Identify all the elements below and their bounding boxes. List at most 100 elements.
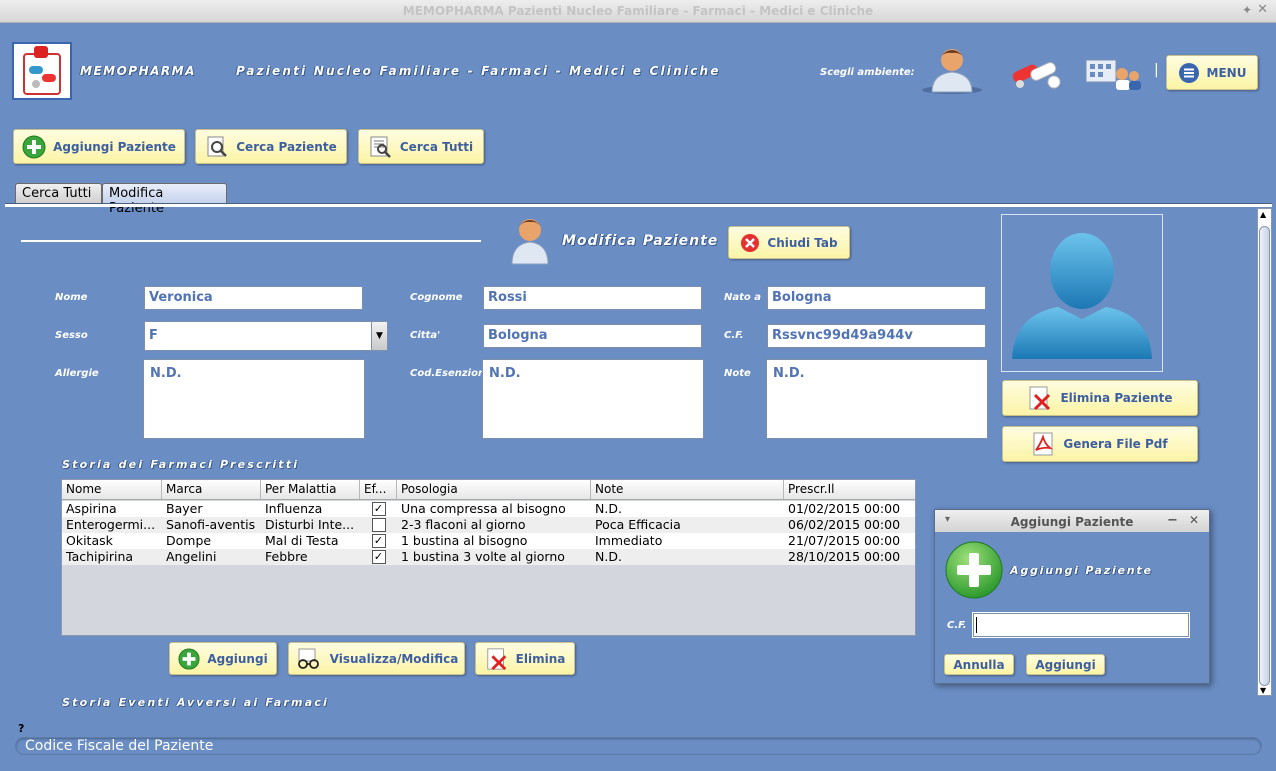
- cf-field[interactable]: Rssvnc99d49a944v: [767, 324, 986, 348]
- delete-drug-label: Elimina: [515, 651, 566, 666]
- citta-field[interactable]: Bologna: [483, 324, 702, 348]
- label-nato-a: Nato a: [724, 292, 761, 303]
- nome-field[interactable]: Veronica: [144, 286, 363, 310]
- add-drug-label: Aggiungi: [207, 651, 268, 666]
- add-drug-button[interactable]: Aggiungi: [169, 642, 277, 675]
- help-mark: ?: [18, 722, 25, 735]
- cell-malattia: Disturbi Inte...: [265, 517, 355, 532]
- scrollbar-thumb[interactable]: [1259, 226, 1270, 686]
- menu-label: MENU: [1206, 65, 1247, 80]
- pdf-icon: [1033, 432, 1054, 456]
- cell-posologia: 1 bustina 3 volte al giorno: [401, 549, 565, 564]
- patient-photo[interactable]: [1001, 214, 1163, 372]
- efficacia-checkbox-cell: [360, 517, 397, 533]
- cell-malattia: Influenza: [265, 501, 323, 516]
- heading-rule: [21, 240, 481, 242]
- nato-a-field[interactable]: Bologna: [767, 286, 986, 310]
- dialog-cancel-button[interactable]: Annulla: [944, 654, 1014, 675]
- close-tab-label: Chiudi Tab: [767, 235, 838, 250]
- scroll-down-icon[interactable]: ▼: [1260, 686, 1266, 695]
- cell-note: N.D.: [595, 549, 622, 564]
- delete-drug-button[interactable]: Elimina: [475, 642, 575, 675]
- clipboard-pills-icon: [23, 46, 61, 95]
- tab-divider: [5, 203, 1272, 207]
- add-patient-button[interactable]: Aggiungi Paziente: [13, 129, 185, 164]
- glasses-icon: [297, 648, 319, 669]
- tab-cerca-tutti[interactable]: Cerca Tutti: [15, 183, 102, 203]
- search-patient-label: Cerca Paziente: [236, 139, 337, 154]
- label-cf: C.F.: [724, 330, 744, 341]
- dialog-title-bar[interactable]: ▾ Aggiungi Paziente − ✕: [935, 510, 1209, 532]
- view-edit-drug-button[interactable]: Visualizza/Modifica: [288, 642, 465, 675]
- cell-posologia: 1 bustina al bisogno: [401, 533, 528, 548]
- cod-esenzioni-textarea[interactable]: N.D.: [482, 359, 704, 439]
- label-cod-esenzioni: Cod.Esenzioni: [410, 368, 489, 379]
- chevron-down-icon[interactable]: ▼: [371, 321, 388, 351]
- hamburger-icon: [1178, 62, 1199, 83]
- sesso-select[interactable]: F: [144, 321, 372, 351]
- cell-data: 28/10/2015 00:00: [788, 549, 901, 564]
- env-drugs-icon[interactable]: [1008, 54, 1068, 94]
- app-logo: [12, 42, 72, 100]
- col-posologia[interactable]: Posologia: [397, 480, 591, 499]
- tab-modifica-paziente[interactable]: Modifica Paziente: [102, 183, 227, 216]
- generate-pdf-button[interactable]: Genera File Pdf: [1002, 426, 1198, 462]
- label-sesso: Sesso: [55, 330, 88, 341]
- patient-icon: [508, 214, 554, 270]
- dialog-heading: Aggiungi Paziente: [1010, 564, 1153, 577]
- drugs-section-title: Storia dei Farmaci Prescritti: [62, 458, 300, 471]
- pin-icon[interactable]: ✦: [1242, 3, 1252, 17]
- window-title-bar: MEMOPHARMA Pazienti Nucleo Familiare - F…: [0, 0, 1276, 23]
- env-clinics-icon[interactable]: [1078, 52, 1142, 96]
- form-title: Modifica Paziente: [562, 233, 719, 249]
- close-tab-button[interactable]: Chiudi Tab: [728, 226, 850, 259]
- col-malattia[interactable]: Per Malattia: [261, 480, 360, 499]
- table-row[interactable]: Okitask Dompe Mal di Testa ✓ 1 bustina al bi…: [62, 533, 915, 549]
- table-row[interactable]: Tachipirina Angelini Febbre ✓ 1 bustina 3 vo…: [62, 549, 915, 565]
- env-patients-icon[interactable]: [918, 46, 986, 98]
- note-textarea[interactable]: N.D.: [766, 359, 988, 439]
- efficacia-checkbox[interactable]: ✓: [371, 502, 386, 516]
- table-row[interactable]: Aspirina Bayer Influenza ✓ Una compressa al …: [62, 501, 915, 517]
- search-all-button[interactable]: Cerca Tutti: [358, 129, 484, 164]
- cell-nome: Enterogermi...: [66, 517, 156, 532]
- allergie-textarea[interactable]: N.D.: [143, 359, 365, 439]
- col-marca[interactable]: Marca: [162, 480, 261, 499]
- cell-note: Poca Efficacia: [595, 517, 681, 532]
- cell-nome: Aspirina: [66, 501, 117, 516]
- dialog-close-icon[interactable]: ✕: [1189, 513, 1199, 527]
- cell-marca: Dompe: [166, 533, 212, 548]
- dialog-add-button[interactable]: Aggiungi: [1026, 654, 1105, 675]
- window-close-icon[interactable]: ✕: [1257, 2, 1268, 17]
- menu-button[interactable]: MENU: [1166, 55, 1258, 90]
- search-patient-button[interactable]: Cerca Paziente: [195, 129, 347, 164]
- cell-posologia: 2-3 flaconi al giorno: [401, 517, 526, 532]
- label-allergie: Allergie: [55, 368, 99, 379]
- env-label: Scegli ambiente:: [820, 67, 915, 78]
- cell-note: Immediato: [595, 533, 663, 548]
- label-citta: Citta': [410, 330, 441, 341]
- col-efficacia[interactable]: Ef...: [360, 480, 397, 499]
- cell-note: N.D.: [595, 501, 622, 516]
- delete-patient-button[interactable]: Elimina Paziente: [1002, 380, 1198, 416]
- window-title: MEMOPHARMA Pazienti Nucleo Familiare - F…: [402, 4, 874, 18]
- efficacia-checkbox[interactable]: ✓: [371, 550, 386, 564]
- col-note[interactable]: Note: [591, 480, 784, 499]
- dialog-cf-input[interactable]: [972, 612, 1190, 638]
- efficacia-checkbox[interactable]: [371, 518, 386, 532]
- efficacia-checkbox[interactable]: ✓: [371, 534, 386, 548]
- close-circle-icon: [741, 233, 760, 252]
- label-nome: Nome: [55, 292, 88, 303]
- scroll-up-icon[interactable]: ▲: [1260, 210, 1266, 219]
- minimize-icon[interactable]: −: [1167, 513, 1178, 528]
- cognome-field[interactable]: Rossi: [483, 286, 702, 310]
- status-text: Codice Fiscale del Paziente: [25, 738, 214, 754]
- plus-icon: [178, 647, 200, 670]
- col-nome[interactable]: Nome: [62, 480, 162, 499]
- drugs-table[interactable]: Nome Marca Per Malattia Ef... Posologia …: [61, 479, 916, 636]
- col-data[interactable]: Prescr.Il: [784, 480, 915, 499]
- cell-data: 21/07/2015 00:00: [788, 533, 901, 548]
- add-patient-dialog: ▾ Aggiungi Paziente − ✕ Aggiungi Pazient…: [934, 509, 1210, 684]
- table-row[interactable]: Enterogermi... Sanofi-aventis Disturbi Int…: [62, 517, 915, 533]
- delete-document-icon: [1029, 386, 1051, 411]
